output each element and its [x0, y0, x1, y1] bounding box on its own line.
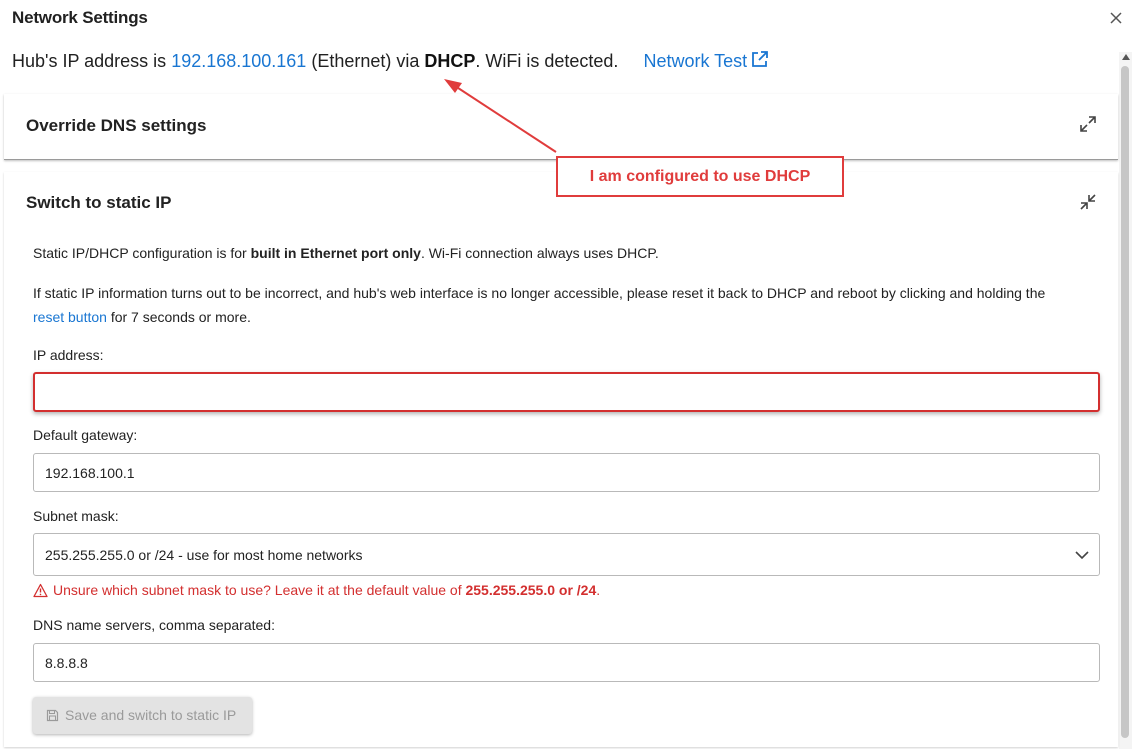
- collapse-button[interactable]: [1078, 192, 1098, 212]
- network-test-label: Network Test: [643, 51, 748, 71]
- network-test-link[interactable]: Network Test: [643, 51, 769, 71]
- default-gateway-label: Default gateway:: [33, 427, 138, 443]
- annotation-label: I am configured to use DHCP: [556, 156, 844, 197]
- reset-instructions: If static IP information turns out to be…: [33, 281, 1073, 329]
- collapse-icon: [1080, 194, 1096, 210]
- expand-button[interactable]: [1078, 114, 1098, 134]
- external-link-icon: [752, 51, 769, 67]
- ip-status-line: Hub's IP address is 192.168.100.161 (Eth…: [12, 50, 769, 72]
- static-ip-panel-title[interactable]: Switch to static IP: [26, 193, 171, 213]
- ip-address-label: IP address:: [33, 347, 104, 363]
- warning-bold: 255.255.255.0 or /24: [465, 582, 597, 598]
- info-suffix: . Wi-Fi connection always uses DHCP.: [420, 245, 659, 261]
- save-switch-static-button[interactable]: Save and switch to static IP: [33, 697, 252, 734]
- static-ip-panel: Switch to static IP Static IP/DHCP confi…: [4, 172, 1118, 747]
- dns-servers-label: DNS name servers, comma separated:: [33, 617, 275, 633]
- warning-icon: [33, 583, 48, 598]
- save-icon: [46, 709, 59, 722]
- status-prefix: Hub's IP address is: [12, 51, 172, 71]
- warning-suffix: .: [596, 582, 601, 598]
- status-mid: (Ethernet) via: [306, 51, 425, 71]
- ip-address-value: 192.168.100.161: [171, 51, 307, 71]
- chevron-down-icon: [1075, 551, 1089, 560]
- close-button[interactable]: [1106, 8, 1126, 28]
- annotation-arrowhead: [444, 79, 462, 93]
- scrollbar[interactable]: [1119, 52, 1132, 749]
- ip-address-input[interactable]: [33, 372, 1100, 412]
- network-settings-dialog: Network Settings Hub's IP address is 192…: [0, 0, 1132, 749]
- close-icon: [1110, 12, 1122, 24]
- reset-text-2: for 7 seconds or more.: [106, 309, 251, 325]
- dialog-title: Network Settings: [12, 8, 148, 27]
- dns-servers-input[interactable]: [33, 643, 1100, 682]
- ethernet-only-note: Static IP/DHCP configuration is for buil…: [33, 241, 659, 265]
- subnet-warning: Unsure which subnet mask to use? Leave i…: [33, 582, 600, 598]
- warning-prefix: Unsure which subnet mask to use? Leave i…: [53, 582, 466, 598]
- info-bold: built in Ethernet port only: [250, 245, 421, 261]
- save-button-label: Save and switch to static IP: [65, 707, 237, 723]
- subnet-mask-label: Subnet mask:: [33, 508, 119, 524]
- ip-method: DHCP: [424, 51, 476, 71]
- info-prefix: Static IP/DHCP configuration is for: [33, 245, 251, 261]
- status-suffix: . WiFi is detected.: [475, 51, 619, 71]
- scroll-thumb[interactable]: [1121, 66, 1129, 738]
- default-gateway-input[interactable]: [33, 453, 1100, 492]
- dns-panel-title[interactable]: Override DNS settings: [26, 116, 206, 136]
- subnet-mask-select[interactable]: 255.255.255.0 or /24 - use for most home…: [33, 533, 1100, 576]
- reset-text-1: If static IP information turns out to be…: [33, 285, 1046, 301]
- reset-button-link[interactable]: reset button: [33, 309, 107, 325]
- expand-icon: [1080, 116, 1096, 132]
- scroll-up-arrow-icon[interactable]: [1122, 54, 1130, 60]
- dns-settings-panel: Override DNS settings: [4, 94, 1118, 160]
- subnet-mask-selected: 255.255.255.0 or /24 - use for most home…: [45, 547, 363, 563]
